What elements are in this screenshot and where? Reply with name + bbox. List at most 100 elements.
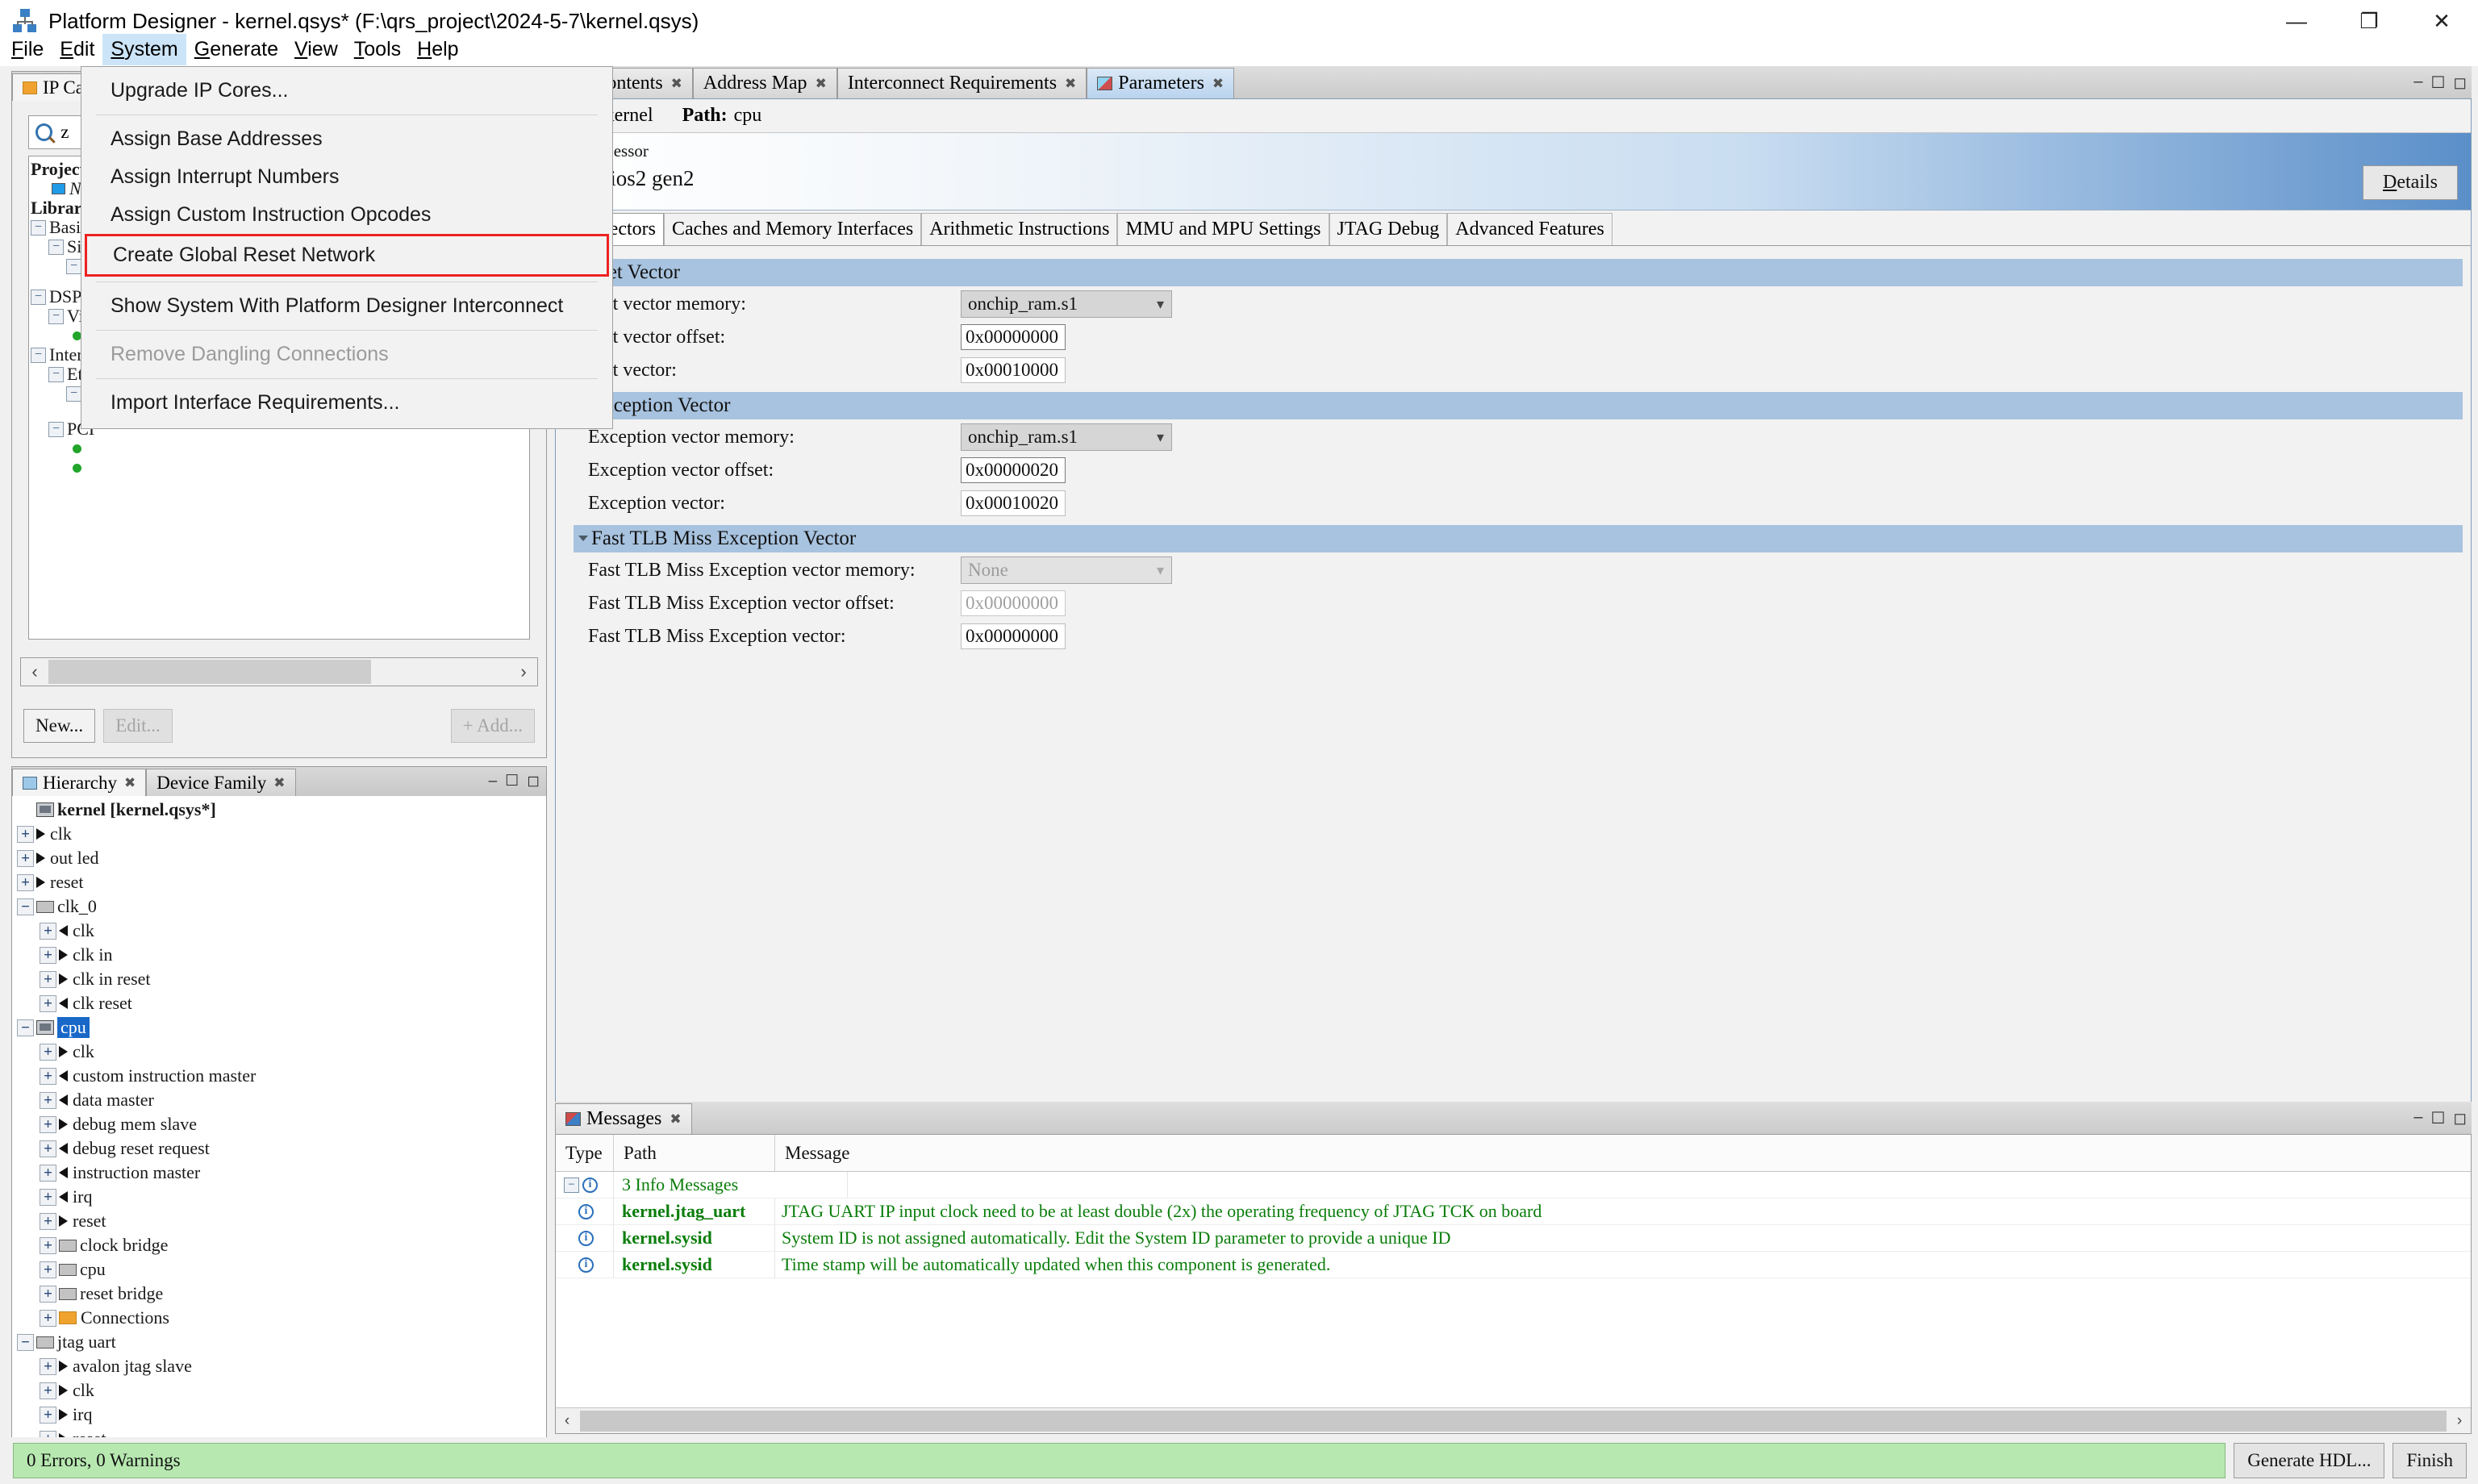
group-header[interactable]: Fast TLB Miss Exception Vector (574, 525, 2463, 552)
chevron-down-icon[interactable]: ▾ (1157, 296, 1164, 313)
menu-item-assign-custom-instruction-opcodes[interactable]: Assign Custom Instruction Opcodes (81, 196, 612, 234)
hierarchy-row[interactable]: +out led (12, 846, 546, 870)
parameter-text-field[interactable]: 0x00010000 (961, 357, 1066, 383)
expand-icon[interactable]: + (40, 947, 56, 964)
hierarchy-row[interactable]: +reset bridge (12, 1282, 546, 1306)
expand-icon[interactable]: + (40, 1140, 56, 1157)
menu-item-upgrade-ip-cores[interactable]: Upgrade IP Cores... (81, 72, 612, 110)
minimize-panel-icon[interactable]: – (2413, 73, 2422, 93)
parameter-text-field[interactable]: 0x00000000 (961, 324, 1066, 350)
float-panel-icon[interactable]: ☐ (2430, 73, 2445, 93)
generate-hdl-button[interactable]: Generate HDL... (2234, 1443, 2384, 1478)
hierarchy-row[interactable]: −clk_0 (12, 894, 546, 919)
group-header[interactable]: eset Vector (574, 259, 2463, 286)
hierarchy-row[interactable]: kernel [kernel.qsys*] (12, 798, 546, 822)
maximize-panel-icon[interactable]: ◻ (2453, 73, 2467, 93)
menu-item-assign-base-addresses[interactable]: Assign Base Addresses (81, 120, 612, 158)
scroll-right-icon[interactable]: › (2448, 1412, 2471, 1430)
hierarchy-row[interactable]: +clk (12, 822, 546, 846)
messages-summary-row[interactable]: −i3 Info Messages (556, 1172, 2471, 1198)
tab-device-family[interactable]: Device Family ✖ (146, 769, 295, 796)
menu-system[interactable]: System (102, 34, 186, 65)
message-row[interactable]: ikernel.sysidSystem ID is not assigned a… (556, 1225, 2471, 1252)
minimize-panel-icon[interactable]: – (2413, 1108, 2422, 1128)
expand-icon[interactable]: + (40, 1358, 56, 1375)
hierarchy-row[interactable]: +reset (12, 1209, 546, 1233)
hierarchy-tree[interactable]: kernel [kernel.qsys*]+clk+out led+reset−… (12, 796, 546, 1443)
expand-icon[interactable]: + (17, 826, 34, 843)
expand-icon[interactable]: + (40, 1213, 56, 1230)
maximize-panel-icon[interactable]: ◻ (2453, 1108, 2467, 1128)
close-icon[interactable]: ✖ (273, 775, 285, 791)
hierarchy-row[interactable]: −jtag uart (12, 1330, 546, 1354)
hierarchy-row[interactable]: +clk (12, 1040, 546, 1064)
menu-item-import-interface-requirements[interactable]: Import Interface Requirements... (81, 384, 612, 422)
expand-icon[interactable]: + (17, 874, 34, 891)
hierarchy-row[interactable]: +clk (12, 1378, 546, 1403)
menu-file[interactable]: File (3, 34, 52, 65)
menu-view[interactable]: View (286, 34, 346, 65)
close-icon[interactable]: ✖ (670, 1111, 681, 1128)
parameter-select[interactable]: onchip_ram.s1▾ (961, 423, 1172, 451)
collapse-icon[interactable]: − (48, 367, 64, 382)
close-icon[interactable]: ✖ (1212, 76, 1224, 92)
collapse-icon[interactable]: − (48, 422, 64, 437)
hierarchy-row[interactable]: +irq (12, 1403, 546, 1427)
expand-icon[interactable]: + (40, 1261, 56, 1278)
close-icon[interactable]: ✖ (1065, 76, 1076, 92)
hierarchy-row[interactable]: +cpu (12, 1257, 546, 1282)
details-button[interactable]: Details (2363, 165, 2458, 200)
menu-item-show-system-with-platform-designer-interconnect[interactable]: Show System With Platform Designer Inter… (81, 287, 612, 325)
parameter-text-field[interactable]: 0x00000020 (961, 457, 1066, 483)
menu-tools[interactable]: Tools (346, 34, 409, 65)
expand-icon[interactable]: + (40, 1407, 56, 1424)
hierarchy-row[interactable]: +reset (12, 870, 546, 894)
messages-hscrollbar[interactable]: ‹ › (556, 1407, 2471, 1433)
scroll-right-icon[interactable]: › (510, 661, 537, 682)
hierarchy-row[interactable]: −cpu (12, 1015, 546, 1040)
collapse-icon[interactable]: − (31, 290, 46, 305)
collapse-icon[interactable]: − (48, 309, 64, 324)
hierarchy-row[interactable]: +irq (12, 1185, 546, 1209)
tab-messages[interactable]: Messages ✖ (555, 1103, 692, 1134)
scroll-left-icon[interactable]: ‹ (21, 661, 48, 682)
expand-icon[interactable]: + (40, 1382, 56, 1399)
group-header[interactable]: Exception Vector (574, 392, 2463, 419)
expand-icon[interactable]: + (17, 850, 34, 867)
subtab-caches-and-memory-interfaces[interactable]: Caches and Memory Interfaces (664, 213, 921, 245)
tab-parameters[interactable]: Parameters✖ (1087, 68, 1234, 98)
collapse-icon[interactable]: − (17, 1334, 34, 1351)
chevron-down-icon[interactable]: ▾ (1157, 562, 1164, 579)
parameter-select[interactable]: onchip_ram.s1▾ (961, 290, 1172, 318)
tab-interconnect-requirements[interactable]: Interconnect Requirements✖ (837, 68, 1087, 98)
hierarchy-row[interactable]: +instruction master (12, 1161, 546, 1185)
expand-icon[interactable]: + (40, 1310, 56, 1327)
collapse-icon[interactable]: − (564, 1178, 579, 1193)
scrollbar-thumb[interactable] (48, 660, 371, 684)
message-row[interactable]: ikernel.jtag_uartJTAG UART IP input cloc… (556, 1198, 2471, 1225)
parameter-text-field[interactable]: 0x00000000 (961, 623, 1066, 649)
collapse-icon[interactable]: − (17, 898, 34, 915)
finish-button[interactable]: Finish (2392, 1443, 2467, 1478)
chevron-down-icon[interactable]: ▾ (1157, 429, 1164, 446)
scrollbar-thumb[interactable] (580, 1411, 2447, 1432)
collapse-icon[interactable]: − (31, 348, 46, 363)
menu-help[interactable]: Help (409, 34, 466, 65)
collapse-icon[interactable]: − (31, 220, 46, 236)
close-icon[interactable]: ✖ (816, 76, 827, 92)
menu-edit[interactable]: Edit (52, 34, 102, 65)
list-item[interactable] (31, 439, 528, 458)
float-panel-icon[interactable]: ☐ (2430, 1108, 2445, 1128)
parameter-text-field[interactable]: 0x00010020 (961, 490, 1066, 516)
hierarchy-row[interactable]: +debug reset request (12, 1136, 546, 1161)
list-item[interactable] (31, 458, 528, 477)
hierarchy-row[interactable]: +data master (12, 1088, 546, 1112)
scroll-left-icon[interactable]: ‹ (556, 1412, 578, 1430)
expand-icon[interactable]: + (40, 1189, 56, 1206)
expand-icon[interactable]: + (40, 1237, 56, 1254)
maximize-panel-icon[interactable]: ◻ (527, 773, 540, 789)
ip-catalog-hscrollbar[interactable]: ‹ › (20, 657, 538, 686)
minimize-panel-icon[interactable]: – (489, 773, 498, 789)
menu-generate[interactable]: Generate (186, 34, 286, 65)
tab-address-map[interactable]: Address Map✖ (693, 68, 837, 98)
